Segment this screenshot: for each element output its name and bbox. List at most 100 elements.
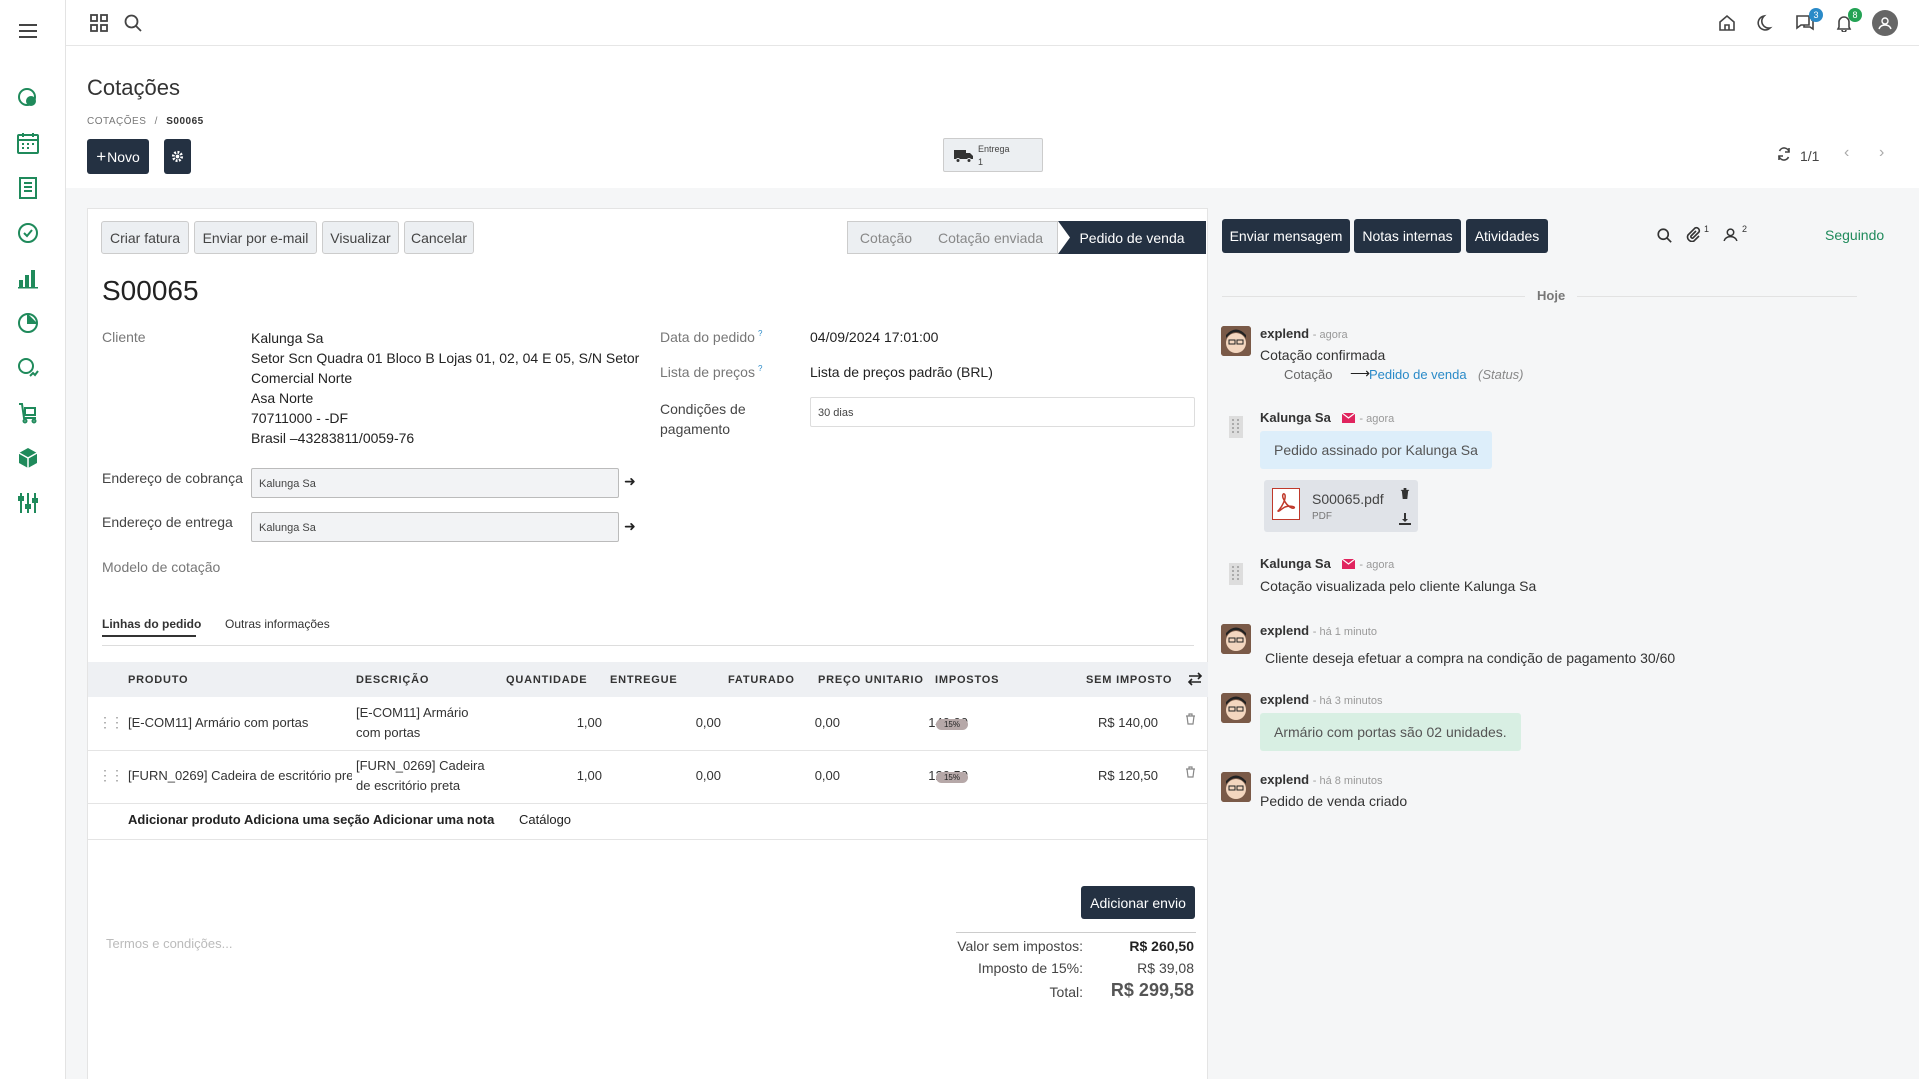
notebook-icon[interactable] xyxy=(15,175,41,201)
optional-columns-icon[interactable] xyxy=(1187,671,1203,690)
message-author[interactable]: Kalunga Sa - agora xyxy=(1260,410,1394,426)
user-face-icon xyxy=(1221,693,1251,723)
cube-icon[interactable] xyxy=(15,445,41,471)
recycle-icon[interactable] xyxy=(15,220,41,246)
delivery-address-input[interactable]: Kalunga Sa xyxy=(251,512,619,542)
messages-icon[interactable]: 3 xyxy=(1793,8,1823,35)
col-unit-price[interactable]: PREÇO UNITARIO xyxy=(818,674,924,686)
pager-prev-icon[interactable]: ‹ xyxy=(1844,144,1849,162)
settings-icon[interactable] xyxy=(15,490,41,516)
gear-icon xyxy=(171,150,184,163)
moon-icon[interactable] xyxy=(1754,11,1778,35)
date-separator: Hoje xyxy=(1525,288,1578,303)
terms-input[interactable]: Termos e condições... xyxy=(106,936,232,951)
pager-value: 1/1 xyxy=(1800,148,1820,164)
stage-sales-order[interactable]: Pedido de venda xyxy=(1058,221,1206,254)
order-date-label: Data do pedido? xyxy=(660,329,763,345)
tax-badge: 15% xyxy=(936,772,968,783)
col-delivered[interactable]: ENTREGUE xyxy=(610,674,678,686)
col-subtotal[interactable]: SEM IMPOSTO xyxy=(1086,674,1172,686)
add-section-link[interactable]: Adiciona uma seção xyxy=(244,812,370,827)
col-product[interactable]: PRODUTO xyxy=(128,674,188,686)
message-author[interactable]: explend - há 1 minuto xyxy=(1260,623,1377,638)
refresh-icon[interactable] xyxy=(1777,147,1791,164)
helpdesk-icon[interactable] xyxy=(15,85,41,111)
breadcrumb-parent[interactable]: COTAÇÕES xyxy=(87,116,146,127)
cancel-button[interactable]: Cancelar xyxy=(404,221,474,254)
chart-icon[interactable] xyxy=(15,265,41,291)
billing-address-input[interactable]: Kalunga Sa xyxy=(251,468,619,498)
user-avatar-icon[interactable] xyxy=(1872,10,1898,36)
col-taxes[interactable]: IMPOSTOS xyxy=(935,674,999,686)
send-email-button[interactable]: Enviar por e-mail xyxy=(194,221,317,254)
col-quantity[interactable]: QUANTIDADE xyxy=(506,674,587,686)
tab-order-lines[interactable]: Linhas do pedido xyxy=(102,617,201,631)
preview-button[interactable]: Visualizar xyxy=(322,221,399,254)
drag-handle-icon[interactable]: ⋮⋮ xyxy=(98,714,124,731)
attachment-type: PDF xyxy=(1312,511,1332,522)
drag-handle-icon[interactable]: ⋮⋮ xyxy=(98,767,124,784)
attachment-card[interactable]: S00065.pdf PDF xyxy=(1264,480,1418,532)
truck-icon xyxy=(954,150,973,163)
activities-button[interactable]: Atividades xyxy=(1466,219,1548,253)
payment-terms-input[interactable]: 30 dias xyxy=(810,397,1195,427)
trash-icon[interactable] xyxy=(1185,766,1196,781)
breadcrumb-separator: / xyxy=(154,116,158,127)
pie-icon[interactable] xyxy=(15,310,41,336)
gear-button[interactable] xyxy=(164,139,191,174)
internal-notes-button[interactable]: Notas internas xyxy=(1354,219,1461,253)
record-name: S00065 xyxy=(102,275,199,306)
chatter-search-icon[interactable] xyxy=(1657,228,1672,246)
form-sheet: Criar fatura Enviar por e-mail Visualiza… xyxy=(87,208,1209,1079)
user-face-icon xyxy=(1221,772,1251,802)
calendar-icon[interactable] xyxy=(15,130,41,156)
followers-icon[interactable] xyxy=(1723,227,1738,245)
stage-quotation-sent[interactable]: Cotação enviada xyxy=(924,221,1058,254)
delivery-smart-button[interactable]: Entrega 1 xyxy=(943,138,1043,172)
avatar xyxy=(1221,624,1251,654)
attachment-trash-icon[interactable] xyxy=(1400,486,1410,502)
money-icon[interactable] xyxy=(15,355,41,381)
message-author[interactable]: explend - há 8 minutos xyxy=(1260,772,1382,787)
billing-arrow-icon[interactable]: ➜ xyxy=(624,473,636,490)
company-icon xyxy=(1229,563,1243,585)
tab-other-info[interactable]: Outras informações xyxy=(225,617,330,631)
create-invoice-button[interactable]: Criar fatura xyxy=(101,221,189,254)
apps-grid-icon[interactable] xyxy=(87,11,111,35)
new-button[interactable]: + Novo xyxy=(87,139,149,174)
search-icon[interactable] xyxy=(121,11,145,35)
add-shipping-button[interactable]: Adicionar envio xyxy=(1081,886,1195,919)
table-row[interactable]: ⋮⋮ [E-COM11] Armário com portas [E-COM11… xyxy=(88,697,1209,750)
bell-icon[interactable]: 8 xyxy=(1832,8,1862,35)
breadcrumb: COTAÇÕES / S00065 xyxy=(87,116,204,127)
customer-address[interactable]: Kalunga Sa Setor Scn Quadra 01 Bloco B L… xyxy=(251,328,639,448)
message-body: Cotação visualizada pelo cliente Kalunga… xyxy=(1260,578,1537,594)
cart-icon[interactable] xyxy=(15,400,41,426)
order-date-value[interactable]: 04/09/2024 17:01:00 xyxy=(810,327,938,347)
download-icon[interactable] xyxy=(1399,512,1411,528)
col-invoiced[interactable]: FATURADO xyxy=(728,674,795,686)
message-author[interactable]: explend - agora xyxy=(1260,326,1348,341)
add-product-link[interactable]: Adicionar produto xyxy=(128,812,241,827)
message-author[interactable]: Kalunga Sa - agora xyxy=(1260,556,1394,572)
pricelist-value[interactable]: Lista de preços padrão (BRL) xyxy=(810,362,993,382)
total-label: Total: xyxy=(1049,984,1083,1000)
catalog-link[interactable]: Catálogo xyxy=(519,812,571,827)
following-button[interactable]: Seguindo xyxy=(1825,227,1884,243)
plus-icon: + xyxy=(96,146,107,166)
pager-next-icon[interactable]: › xyxy=(1879,144,1884,162)
delivery-arrow-icon[interactable]: ➜ xyxy=(624,518,636,535)
send-message-button[interactable]: Enviar mensagem xyxy=(1222,219,1350,253)
home-icon[interactable] xyxy=(1715,11,1739,35)
trash-icon[interactable] xyxy=(1185,713,1196,728)
menu-icon[interactable] xyxy=(15,18,41,44)
message-author[interactable]: explend - há 3 minutos xyxy=(1260,692,1382,707)
avatar xyxy=(1221,772,1251,802)
paperclip-icon[interactable] xyxy=(1685,226,1701,245)
add-note-link[interactable]: Adicionar uma nota xyxy=(373,812,494,827)
total-value: R$ 299,58 xyxy=(1110,980,1194,1000)
app-sidebar xyxy=(0,0,66,1079)
table-row[interactable]: ⋮⋮ [FURN_0269] Cadeira de escritório pre… xyxy=(88,751,1209,803)
col-description[interactable]: DESCRIÇÃO xyxy=(356,674,429,686)
stage-quotation[interactable]: Cotação xyxy=(847,221,925,254)
